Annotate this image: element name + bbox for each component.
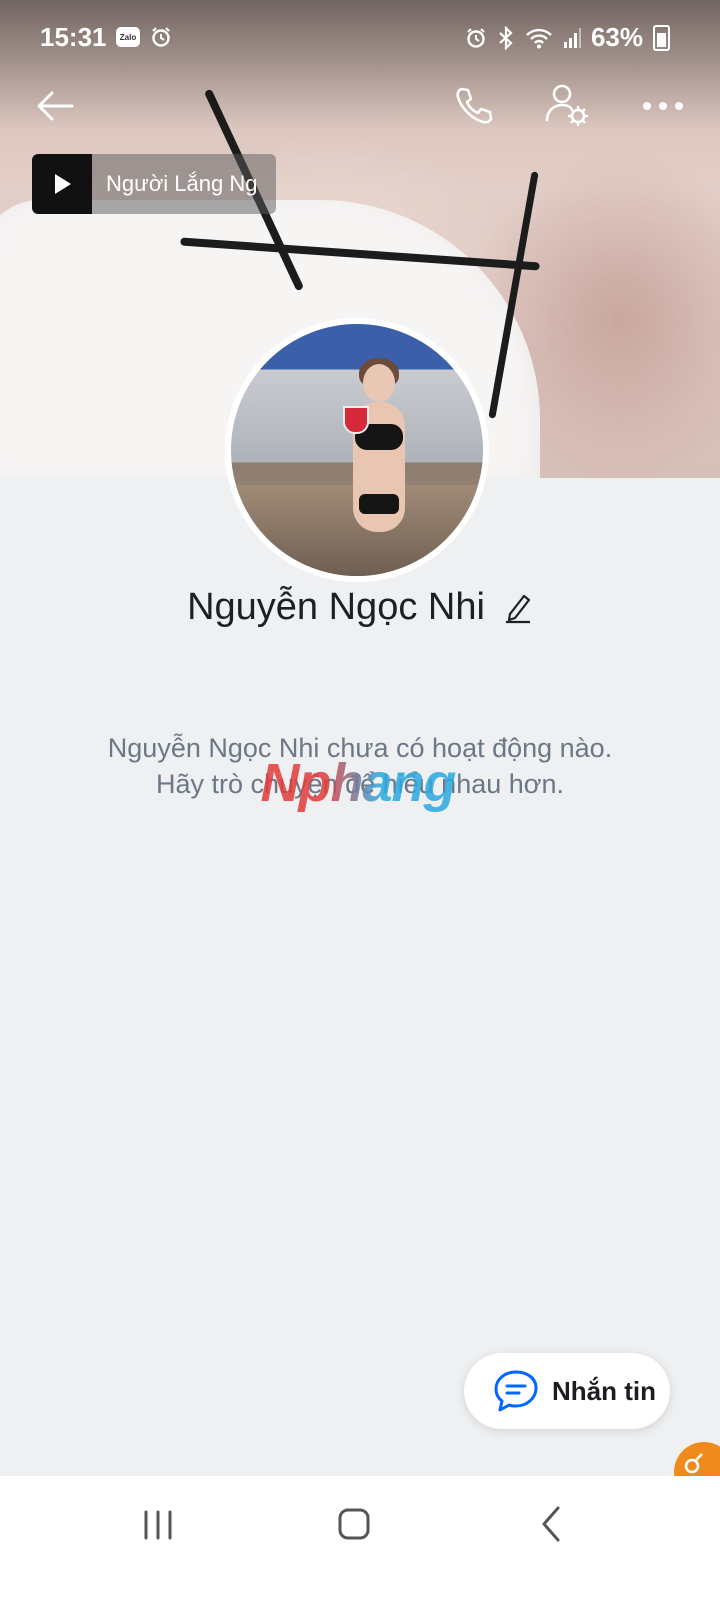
- avatar-detail: [343, 406, 369, 434]
- edit-name-button[interactable]: [503, 591, 533, 625]
- status-left-icons: Zalo: [116, 26, 172, 48]
- profile-name-row: Nguyễn Ngọc Nhi: [0, 586, 720, 629]
- profile-name: Nguyễn Ngọc Nhi: [187, 586, 485, 628]
- system-nav-bar: [0, 1476, 720, 1600]
- zalo-icon: Zalo: [116, 27, 140, 47]
- call-button[interactable]: [452, 84, 496, 128]
- avatar-detail: [363, 364, 395, 402]
- back-arrow-icon: [37, 91, 74, 121]
- send-message-label: Nhắn tin: [552, 1375, 656, 1406]
- more-options-button[interactable]: [640, 88, 686, 124]
- battery-icon: [653, 24, 670, 51]
- battery-percent: 63%: [590, 22, 643, 52]
- home-icon[interactable]: [336, 1506, 372, 1542]
- alarm-icon: [467, 27, 485, 48]
- profile-music-chip[interactable]: Người Lắng Ng: [32, 154, 276, 214]
- avatar-detail: [359, 494, 399, 514]
- avatar-detail: [341, 358, 411, 564]
- status-bar: 15:31 Zalo 63%: [0, 0, 720, 80]
- chat-bubble-icon: [494, 1370, 538, 1412]
- play-icon: [55, 174, 71, 194]
- watermark-logo: Nphang: [248, 752, 468, 814]
- back-button[interactable]: [34, 84, 78, 128]
- send-message-button[interactable]: Nhắn tin: [464, 1353, 670, 1429]
- back-icon[interactable]: [536, 1504, 566, 1544]
- more-icon: [643, 102, 683, 110]
- music-title: Người Lắng Ng: [106, 171, 258, 196]
- user-settings-icon: [545, 84, 588, 126]
- alarm-icon: [152, 27, 170, 47]
- bluetooth-icon: [499, 25, 513, 50]
- status-right-icons: 63%: [465, 22, 670, 53]
- recents-icon[interactable]: [140, 1508, 176, 1542]
- status-time: 15:31: [40, 22, 107, 52]
- pencil-icon: [505, 594, 531, 623]
- music-thumbnail: [32, 154, 92, 214]
- avatar[interactable]: [225, 318, 489, 582]
- wifi-icon: [526, 28, 552, 48]
- phone-icon: [456, 87, 493, 124]
- signal-icon: [563, 27, 581, 48]
- profile-settings-button[interactable]: [544, 82, 592, 130]
